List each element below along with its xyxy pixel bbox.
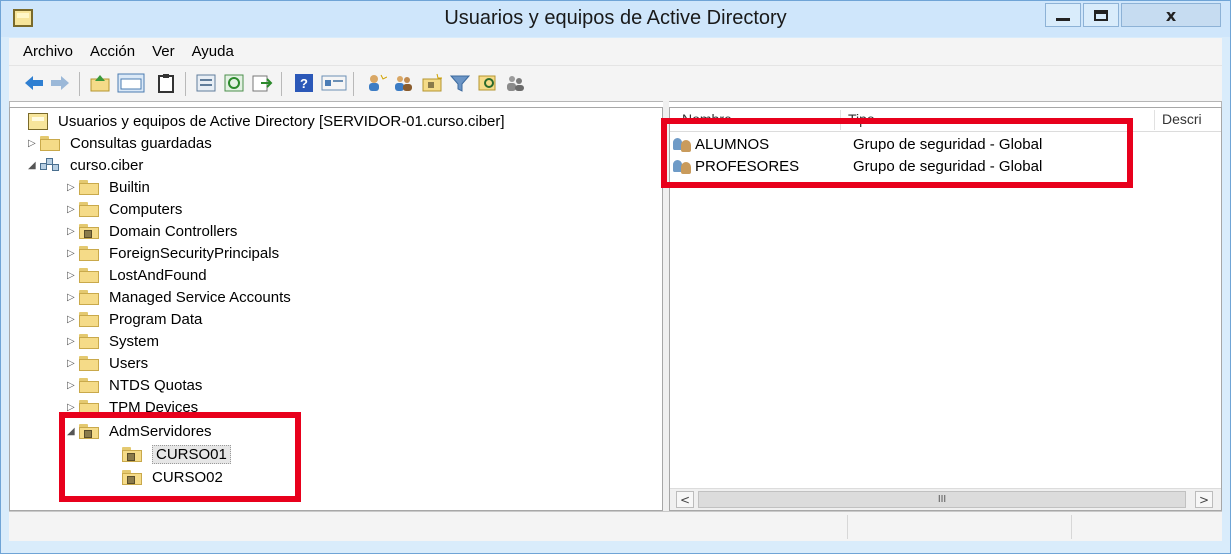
tree-item-label: Users <box>109 354 149 372</box>
up-folder-icon[interactable] <box>89 73 111 93</box>
new-group-icon[interactable] <box>393 73 415 93</box>
domain-icon <box>40 157 60 173</box>
tree-item-consultas-guardadas[interactable]: ▷ Consultas guardadas <box>28 132 212 154</box>
toolbar-separator <box>353 72 354 96</box>
expand-icon[interactable]: ▷ <box>67 182 79 193</box>
folder-icon <box>79 311 99 327</box>
maximize-button[interactable] <box>1083 3 1119 27</box>
back-icon[interactable] <box>23 73 45 93</box>
tree-item-users[interactable]: ▷ Users <box>67 352 148 374</box>
tree-item-curso-ciber[interactable]: ◢ curso.ciber <box>28 154 143 176</box>
clipboard-icon[interactable] <box>155 73 177 93</box>
close-icon: x <box>1165 5 1177 25</box>
menu-archivo[interactable]: Archivo <box>23 43 84 60</box>
minimize-button[interactable] <box>1045 3 1081 27</box>
tree-root[interactable]: Usuarios y equipos de Active Directory [… <box>28 110 505 132</box>
menu-bar: Archivo Acción Ver Ayuda <box>9 38 1222 65</box>
tree-item-label: Managed Service Accounts <box>109 288 291 306</box>
tree-item-label: NTDS Quotas <box>109 376 203 394</box>
minimize-icon <box>1056 17 1070 21</box>
tree-item-program-data[interactable]: ▷ Program Data <box>67 308 202 330</box>
expand-icon[interactable]: ▷ <box>67 292 79 303</box>
scroll-grip-icon: III <box>937 494 947 505</box>
tree-item-label: Computers <box>109 200 183 218</box>
expand-icon[interactable]: ▷ <box>67 248 79 259</box>
tree-item-label: System <box>109 332 160 350</box>
expand-icon[interactable]: ▷ <box>67 336 79 347</box>
scroll-left-button[interactable]: < <box>676 491 694 508</box>
highlight-box-ou <box>59 412 301 502</box>
close-button[interactable]: x <box>1121 3 1221 27</box>
properties-icon[interactable] <box>195 73 217 93</box>
menu-ayuda[interactable]: Ayuda <box>192 43 245 60</box>
folder-icon <box>79 377 99 393</box>
menu-accion[interactable]: Acción <box>90 43 146 60</box>
folder-icon <box>79 179 99 195</box>
folder-icon <box>79 267 99 283</box>
expand-icon[interactable]: ▷ <box>67 270 79 281</box>
folder-icon <box>40 135 60 151</box>
ou-folder-icon <box>79 223 99 239</box>
tree-item-domain-controllers[interactable]: ▷ Domain Controllers <box>67 220 237 242</box>
tree-item-foreign-security-principals[interactable]: ▷ ForeignSecurityPrincipals <box>67 242 279 264</box>
tree-item-managed-service-accounts[interactable]: ▷ Managed Service Accounts <box>67 286 291 308</box>
tree-item-label: Domain Controllers <box>109 222 238 240</box>
help-icon[interactable]: ? <box>293 73 315 93</box>
tree-item-label: Consultas guardadas <box>70 134 212 152</box>
horizontal-scrollbar[interactable]: < III > <box>670 488 1221 510</box>
expand-icon[interactable]: ▷ <box>67 226 79 237</box>
add-to-group-icon[interactable] <box>505 73 527 93</box>
highlight-box-groups <box>661 118 1133 188</box>
tree-item-computers[interactable]: ▷ Computers <box>67 198 182 220</box>
scroll-thumb[interactable]: III <box>698 491 1186 508</box>
expand-icon[interactable]: ▷ <box>67 314 79 325</box>
tree-item-builtin[interactable]: ▷ Builtin <box>67 176 150 198</box>
column-divider[interactable] <box>1154 110 1155 130</box>
new-ou-icon[interactable] <box>421 73 443 93</box>
console-tree-icon[interactable] <box>117 73 145 93</box>
folder-icon <box>79 245 99 261</box>
tree-root-label: Usuarios y equipos de Active Directory [… <box>58 112 505 130</box>
status-bar <box>9 511 1222 541</box>
tree-item-label: ForeignSecurityPrincipals <box>109 244 280 262</box>
tree-item-lost-and-found[interactable]: ▷ LostAndFound <box>67 264 207 286</box>
toolbar: ? <box>9 65 1222 101</box>
find-icon[interactable] <box>477 73 499 93</box>
forward-icon[interactable] <box>49 73 71 93</box>
folder-icon <box>79 333 99 349</box>
details-icon[interactable] <box>321 73 347 93</box>
tree-item-label: curso.ciber <box>70 156 144 174</box>
ad-console-icon <box>28 112 48 130</box>
menu-ver[interactable]: Ver <box>152 43 186 60</box>
folder-icon <box>79 355 99 371</box>
filter-icon[interactable] <box>449 73 471 93</box>
tree-item-label: Program Data <box>109 310 203 328</box>
svg-text:?: ? <box>300 76 308 91</box>
scroll-right-button[interactable]: > <box>1195 491 1213 508</box>
toolbar-separator <box>185 72 186 96</box>
new-user-icon[interactable] <box>365 73 387 93</box>
export-icon[interactable] <box>251 73 273 93</box>
tree-item-label: Builtin <box>109 178 150 196</box>
expand-icon[interactable]: ▷ <box>67 204 79 215</box>
folder-icon <box>79 289 99 305</box>
expand-icon[interactable]: ▷ <box>67 402 79 413</box>
expand-icon[interactable]: ▷ <box>67 380 79 391</box>
refresh-icon[interactable] <box>223 73 245 93</box>
toolbar-separator <box>281 72 282 96</box>
app-window: Usuarios y equipos de Active Directory x… <box>0 0 1231 554</box>
folder-icon <box>79 201 99 217</box>
status-cell <box>1071 515 1221 539</box>
expand-icon[interactable]: ▷ <box>28 138 40 149</box>
status-cell <box>847 515 1071 539</box>
tree-item-label: LostAndFound <box>109 266 207 284</box>
collapse-icon[interactable]: ◢ <box>28 160 40 171</box>
toolbar-separator <box>79 72 80 96</box>
maximize-icon <box>1094 9 1108 21</box>
tree-item-system[interactable]: ▷ System <box>67 330 159 352</box>
expand-icon[interactable]: ▷ <box>67 358 79 369</box>
tree-item-ntds-quotas[interactable]: ▷ NTDS Quotas <box>67 374 202 396</box>
title-bar[interactable]: Usuarios y equipos de Active Directory x <box>1 1 1230 37</box>
column-header-descripcion[interactable]: Descri <box>1162 111 1202 127</box>
